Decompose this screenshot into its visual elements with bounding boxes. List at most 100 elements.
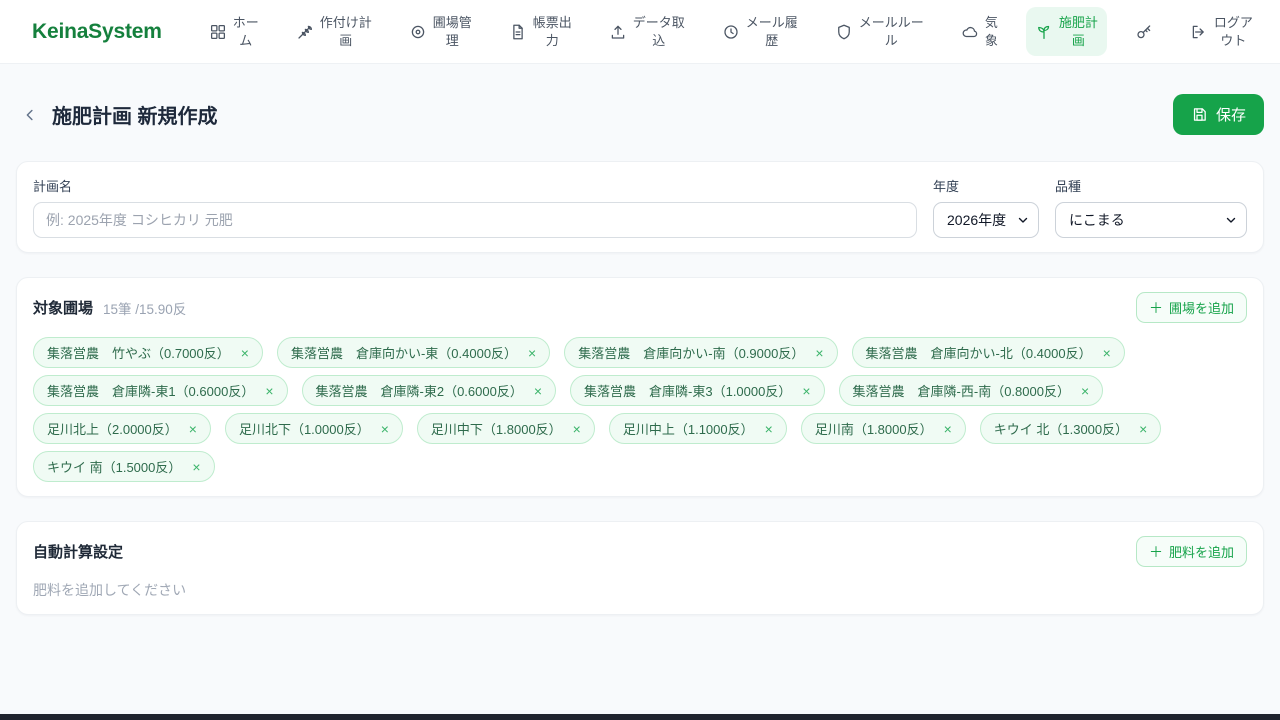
nav-menu: ホー ム 作付け計 画 圃場管 理 帳票出 力 データ取 込 メール履 歴 メー…	[200, 6, 1262, 57]
main-content: 施肥計画 新規作成 保存 計画名 年度 2026年度	[0, 94, 1280, 615]
field-chip-label: 集落営農 倉庫向かい-東（0.4000反）	[290, 346, 518, 361]
field-chip: 集落営農 倉庫隣-東2（0.6000反） ×	[301, 375, 557, 406]
nav-item-data-import[interactable]: データ取 込	[600, 7, 694, 56]
remove-chip-icon[interactable]: ×	[528, 346, 536, 360]
field-chip: キウイ 北（1.3000反） ×	[979, 413, 1162, 444]
field-chip-label: 集落営農 倉庫隣-東1（0.6000反）	[47, 384, 255, 399]
nav-item-report-output[interactable]: 帳票出 力	[500, 7, 581, 56]
file-icon	[509, 23, 527, 41]
nav-item-label: データ取 込	[632, 14, 685, 48]
nav-item-label: メールルー ル	[858, 14, 924, 48]
variety-select[interactable]: にこまる	[1055, 202, 1247, 238]
field-chip-label: 足川中下（1.8000反）	[430, 422, 562, 437]
page-title: 施肥計画 新規作成	[52, 106, 218, 128]
bottom-edge-bar	[0, 714, 1280, 720]
field-chip-label: 集落営農 倉庫向かい-北（0.4000反）	[865, 346, 1092, 361]
field-chip: 足川中上（1.1000反） ×	[608, 413, 787, 444]
field-chip-label: キウイ 北（1.3000反）	[993, 422, 1129, 437]
save-button[interactable]: 保存	[1172, 94, 1264, 135]
nav-item-label: 気 象	[984, 14, 998, 48]
cloud-icon	[961, 23, 979, 41]
remove-chip-icon[interactable]: ×	[573, 422, 581, 436]
remove-chip-icon[interactable]: ×	[1081, 384, 1089, 398]
grid-icon	[209, 23, 227, 41]
field-chip: 足川南（1.8000反） ×	[800, 413, 966, 444]
nav-item-home[interactable]: ホー ム	[200, 7, 268, 56]
upload-icon	[609, 23, 627, 41]
nav-item-weather[interactable]: 気 象	[952, 7, 1007, 56]
brand-logo[interactable]: KeinaSystem	[32, 20, 162, 44]
plan-name-input[interactable]	[33, 202, 917, 238]
nav-item-label: ホー ム	[232, 14, 259, 48]
nav-item-label: 帳票出 力	[532, 14, 572, 48]
remove-chip-icon[interactable]: ×	[765, 422, 773, 436]
remove-chip-icon[interactable]: ×	[381, 422, 389, 436]
remove-chip-icon[interactable]: ×	[815, 346, 823, 360]
remove-chip-icon[interactable]: ×	[1103, 346, 1111, 360]
top-navbar: KeinaSystem ホー ム 作付け計 画 圃場管 理 帳票出 力 データ取…	[0, 0, 1280, 64]
field-chip-label: 集落営農 倉庫隣-東3（1.0000反）	[584, 384, 792, 399]
target-fields-card: 対象圃場 15筆 /15.90反 ＋ 圃場を追加 集落営農 竹やぶ（0.7000…	[16, 277, 1264, 497]
shield-icon	[835, 23, 853, 41]
logout-icon	[1190, 23, 1208, 41]
plan-form-card: 計画名 年度 2026年度 品種 にこまる	[16, 161, 1264, 253]
remove-chip-icon[interactable]: ×	[241, 346, 249, 360]
field-chip-label: 足川南（1.8000反）	[814, 422, 933, 437]
save-icon	[1191, 106, 1208, 123]
save-button-label: 保存	[1215, 107, 1246, 124]
field-chip-label: 集落営農 竹やぶ（0.7000反）	[47, 346, 230, 361]
add-field-button-label: 圃場を追加	[1168, 301, 1234, 316]
year-label: 年度	[933, 179, 960, 194]
remove-chip-icon[interactable]: ×	[192, 460, 200, 474]
field-chip-label: 足川中上（1.1000反）	[622, 422, 754, 437]
field-chip: 集落営農 倉庫隣-西-南（0.8000反） ×	[838, 375, 1104, 406]
field-chip: 集落営農 倉庫隣-東1（0.6000反） ×	[33, 375, 288, 406]
nav-item-logout[interactable]: ログア ウト	[1181, 7, 1262, 56]
field-chip: 集落営農 倉庫向かい-北（0.4000反） ×	[851, 337, 1125, 368]
nav-item-mail-history[interactable]: メール履 歴	[713, 7, 807, 56]
year-select[interactable]: 2026年度	[933, 202, 1039, 238]
add-field-button[interactable]: ＋ 圃場を追加	[1135, 292, 1247, 323]
remove-chip-icon[interactable]: ×	[189, 422, 197, 436]
auto-calc-card: 自動計算設定 ＋ 肥料を追加 肥料を追加してください	[16, 521, 1264, 615]
remove-chip-icon[interactable]: ×	[534, 384, 542, 398]
nav-item-mail-rules[interactable]: メールルー ル	[826, 7, 933, 56]
plus-icon: ＋	[1148, 299, 1163, 316]
field-chip-label: キウイ 南（1.5000反）	[47, 460, 182, 475]
plus-icon: ＋	[1148, 543, 1163, 560]
add-fertilizer-button[interactable]: ＋ 肥料を追加	[1135, 536, 1247, 567]
field-chip: 足川中下（1.8000反） ×	[416, 413, 595, 444]
nav-item-cropping-plan[interactable]: 作付け計 画	[287, 7, 381, 56]
remove-chip-icon[interactable]: ×	[802, 384, 810, 398]
target-fields-summary: 15筆 /15.90反	[103, 301, 187, 317]
field-chip-label: 集落営農 倉庫隣-西-南（0.8000反）	[852, 384, 1070, 399]
nav-item-label: ログア ウト	[1213, 14, 1253, 48]
field-chip-label: 足川北上（2.0000反）	[47, 422, 178, 437]
wheat-icon	[296, 23, 314, 41]
nav-item-key[interactable]	[1126, 16, 1162, 48]
add-fertilizer-button-label: 肥料を追加	[1168, 545, 1234, 560]
nav-item-label: メール履 歴	[745, 14, 798, 48]
nav-item-fertilization[interactable]: 施肥計 画	[1025, 6, 1107, 57]
remove-chip-icon[interactable]: ×	[265, 384, 273, 398]
field-chip: 集落営農 竹やぶ（0.7000反） ×	[33, 337, 263, 368]
field-chip-label: 集落営農 倉庫向かい-南（0.9000反）	[578, 346, 805, 361]
field-chip-list: 集落営農 竹やぶ（0.7000反） × 集落営農 倉庫向かい-東（0.4000反…	[33, 337, 1247, 482]
map-pin-icon	[409, 23, 427, 41]
remove-chip-icon[interactable]: ×	[944, 422, 952, 436]
history-icon	[722, 23, 740, 41]
page-header: 施肥計画 新規作成 保存	[16, 94, 1264, 135]
field-chip-label: 足川北下（1.0000反）	[238, 422, 370, 437]
fertilizer-empty-text: 肥料を追加してください	[33, 582, 187, 598]
chevron-left-icon	[21, 106, 39, 124]
field-chip: 足川北下（1.0000反） ×	[224, 413, 403, 444]
target-fields-title: 対象圃場	[33, 300, 94, 317]
sprout-icon	[1035, 23, 1053, 41]
field-chip: 集落営農 倉庫向かい-東（0.4000反） ×	[276, 337, 551, 368]
key-icon	[1135, 23, 1153, 41]
field-chip: キウイ 南（1.5000反） ×	[33, 451, 215, 482]
nav-item-label: 作付け計 画	[319, 14, 372, 48]
nav-item-field-mgmt[interactable]: 圃場管 理	[400, 7, 481, 56]
back-button[interactable]	[16, 101, 44, 129]
remove-chip-icon[interactable]: ×	[1139, 422, 1147, 436]
